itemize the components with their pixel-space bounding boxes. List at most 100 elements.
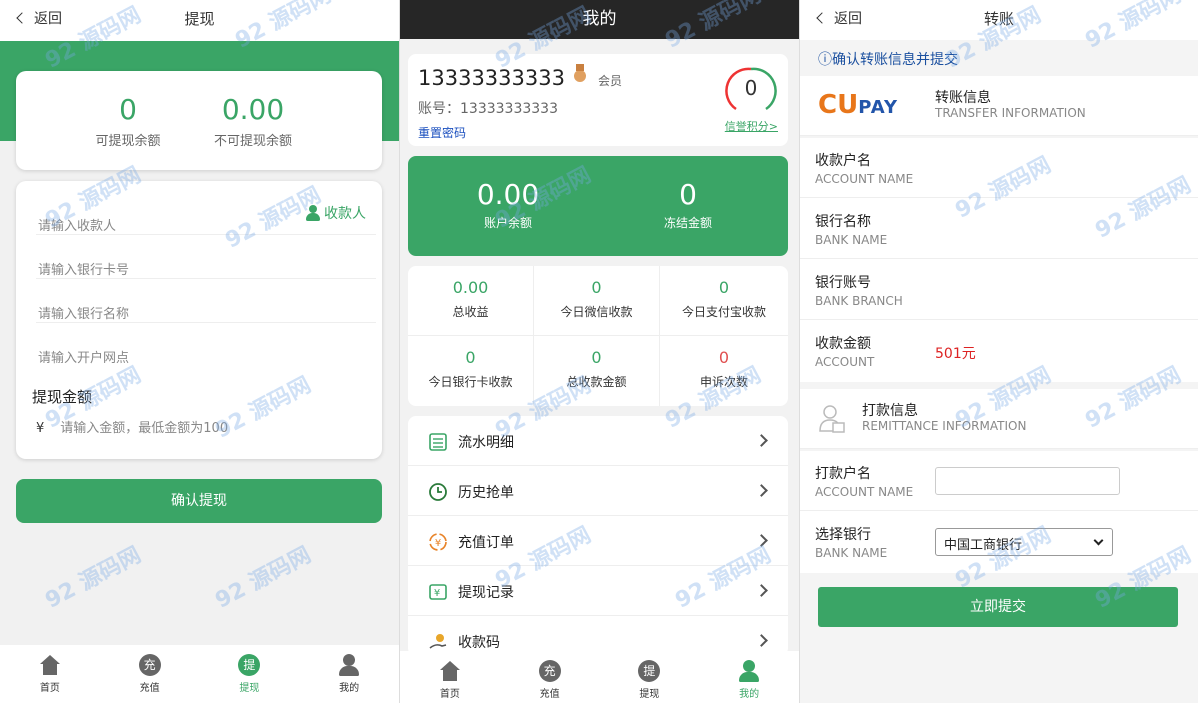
branch-input[interactable]: 请输入开户网点 xyxy=(36,323,376,367)
stat-wechat-today: 0 今日微信收款 xyxy=(534,266,660,336)
confirm-withdraw-button[interactable]: 确认提现 xyxy=(16,479,382,523)
bank-name-input[interactable]: 请输入银行名称 xyxy=(36,279,376,323)
chevron-right-icon xyxy=(755,534,768,547)
row-sublabel: BANK NAME xyxy=(815,546,888,560)
stat-alipay-today: 0 今日支付宝收款 xyxy=(660,266,788,336)
coin-hand-icon xyxy=(429,634,447,649)
member-badge: 会员 xyxy=(598,74,623,88)
submit-button[interactable]: 立即提交 xyxy=(818,587,1178,627)
branch-placeholder: 请输入开户网点 xyxy=(38,351,130,366)
stat-value: 0.00 xyxy=(452,278,489,297)
amount-input[interactable]: ¥ 请输入金额，最低金额为100 xyxy=(36,417,228,436)
menu-item-history[interactable]: 历史抢单 xyxy=(408,466,788,516)
stat-label: 今日支付宝收款 xyxy=(681,305,766,319)
tab-withdraw[interactable]: 提提现 xyxy=(600,651,700,703)
row-sublabel: ACCOUNT xyxy=(815,355,875,369)
reset-password-link[interactable]: 重置密码 xyxy=(418,124,466,141)
non-withdrawable-balance: 0.00 不可提现余额 xyxy=(198,93,308,149)
user-icon xyxy=(738,660,760,682)
non-withdrawable-label: 不可提现余额 xyxy=(213,134,292,149)
menu-item-recharge-orders[interactable]: ¥ 充值订单 xyxy=(408,516,788,566)
select-payee-button[interactable]: 收款人 xyxy=(306,203,366,223)
non-withdrawable-value: 0.00 xyxy=(221,93,285,126)
withdraw-icon: 提 xyxy=(638,660,661,682)
tab-home-label: 首页 xyxy=(439,689,460,700)
frozen-amount: 0 冻结金额 xyxy=(638,178,738,231)
menu-item-ledger[interactable]: 流水明细 xyxy=(408,416,788,466)
tab-mine-label: 我的 xyxy=(339,683,360,694)
withdraw-form: 请输入收款人 收款人 请输入银行卡号 请输入银行名称 请输入开户网点 提现金额 … xyxy=(16,181,382,459)
person-card-icon xyxy=(819,405,845,433)
menu-item-withdraw-records[interactable]: ¥ 提现记录 xyxy=(408,566,788,616)
tab-recharge-label: 充值 xyxy=(139,683,160,694)
user-phone: 13333333333 xyxy=(418,66,565,90)
credit-score-link[interactable]: 信誉积分> xyxy=(725,118,778,134)
row-label: 选择银行 xyxy=(815,527,871,543)
card-number-placeholder: 请输入银行卡号 xyxy=(38,263,130,278)
frozen-label: 冻结金额 xyxy=(663,216,712,230)
tab-mine[interactable]: 我的 xyxy=(699,651,799,703)
menu-label: 提现记录 xyxy=(458,585,514,601)
withdrawable-value: 0 xyxy=(119,93,137,126)
confirm-notice: ⓘ确认转账信息并提交 xyxy=(800,45,1198,75)
stat-appeals: 0 申诉次数 xyxy=(660,336,788,406)
payee-name-row: 收款户名 ACCOUNT NAME xyxy=(800,138,1198,198)
amount-value: 501元 xyxy=(935,346,976,362)
tab-recharge[interactable]: 充充值 xyxy=(100,645,200,703)
account-balance: 0.00 账户余额 xyxy=(458,178,558,231)
stat-value: 0 xyxy=(718,278,730,297)
row-label: 收款户名 xyxy=(815,153,871,169)
row-label: 打款户名 xyxy=(815,466,871,482)
chevron-right-icon xyxy=(755,634,768,647)
tab-recharge-label: 充值 xyxy=(539,689,560,700)
clock-icon xyxy=(429,483,447,501)
row-label: 银行账号 xyxy=(815,275,871,291)
page-title: 提现 xyxy=(184,10,215,28)
bank-select[interactable]: 中国工商银行 xyxy=(935,528,1113,556)
yen-card-icon: ¥ xyxy=(429,584,447,600)
stat-label: 申诉次数 xyxy=(699,375,748,389)
row-sublabel: ACCOUNT NAME xyxy=(815,485,914,499)
recharge-icon: 充 xyxy=(138,654,161,676)
payee-button-label: 收款人 xyxy=(324,206,366,222)
svg-text:¥: ¥ xyxy=(434,588,440,599)
balance-card: 0 可提现余额 0.00 不可提现余额 xyxy=(16,71,382,170)
screenshot: 返回 提现 0 可提现余额 0.00 不可提现余额 请输入收款人 收款人 请输入… xyxy=(0,0,1198,703)
recharge-icon: 充 xyxy=(538,660,561,682)
chevron-down-icon xyxy=(1093,535,1104,546)
row-label: 收款金额 xyxy=(815,336,871,352)
tab-home[interactable]: 首页 xyxy=(0,645,100,703)
stat-label: 总收款金额 xyxy=(566,375,627,389)
withdrawable-balance: 0 可提现余额 xyxy=(78,93,178,149)
mine-screen: 我的 13333333333 会员 账号：13333333333 重置密码 0 … xyxy=(400,0,799,703)
credit-score: 0 xyxy=(744,76,758,100)
remittance-info-header: 打款信息 REMITTANCE INFORMATION xyxy=(800,389,1198,449)
home-icon xyxy=(439,661,461,681)
tab-withdraw-label: 提现 xyxy=(239,683,260,694)
menu-label: 收款码 xyxy=(458,635,500,651)
tab-recharge[interactable]: 充充值 xyxy=(500,651,600,703)
tab-withdraw[interactable]: 提提现 xyxy=(200,645,300,703)
tab-mine-label: 我的 xyxy=(739,689,760,700)
stat-value: 0 xyxy=(465,348,476,367)
account-label: 账号： xyxy=(418,101,460,117)
payer-name-input[interactable] xyxy=(935,467,1120,495)
amount-row: 收款金额 ACCOUNT 501元 xyxy=(800,321,1198,381)
row-sublabel: BANK NAME xyxy=(815,233,888,247)
card-number-input[interactable]: 请输入银行卡号 xyxy=(36,235,376,279)
tab-mine[interactable]: 我的 xyxy=(299,645,399,703)
chevron-right-icon xyxy=(755,484,768,497)
stat-label: 今日银行卡收款 xyxy=(428,375,513,389)
stat-total-earnings: 0.00 总收益 xyxy=(408,266,534,336)
ledger-icon xyxy=(429,433,447,451)
stat-total-received: 0 总收款金额 xyxy=(534,336,660,406)
profile-card: 13333333333 会员 账号：13333333333 重置密码 0 信誉积… xyxy=(408,54,788,146)
exchange-icon: ¥ xyxy=(429,533,447,551)
withdraw-screen: 返回 提现 0 可提现余额 0.00 不可提现余额 请输入收款人 收款人 请输入… xyxy=(0,0,399,703)
balance-value: 0.00 xyxy=(476,178,540,211)
tab-home[interactable]: 首页 xyxy=(400,651,500,703)
frozen-value: 0 xyxy=(679,178,697,211)
row-label: 银行名称 xyxy=(815,214,871,230)
bottom-tab-bar: 首页 充充值 提提现 我的 xyxy=(0,645,399,703)
stat-label: 总收益 xyxy=(452,305,489,319)
